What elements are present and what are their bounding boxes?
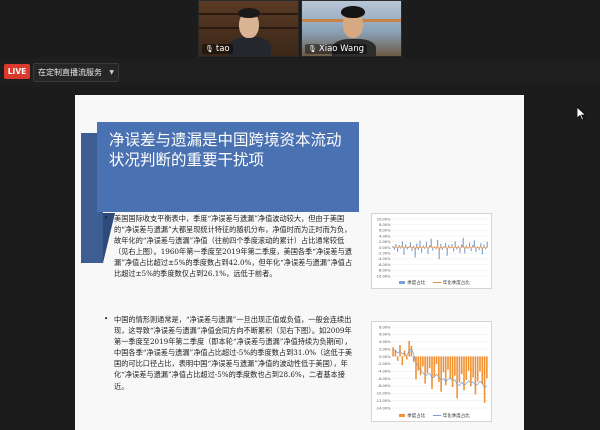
bar: [396, 356, 399, 361]
bar: [467, 356, 470, 371]
y-tick-label: -6.00%: [378, 263, 391, 267]
y-tick-label: -4.00%: [378, 257, 391, 261]
participant-name: 🎙 tao: [202, 44, 233, 54]
y-tick-label: -10.00%: [376, 392, 392, 396]
bar: [431, 356, 433, 389]
live-stream-bar: LIVE 在定制直播流服务 ▼: [0, 58, 600, 86]
bar: [465, 356, 468, 381]
bar: [472, 356, 474, 378]
y-tick-label: 0.00%: [379, 355, 391, 359]
microphone-icon: 🎙: [205, 45, 214, 53]
bar: [456, 356, 458, 399]
bar: [483, 356, 486, 403]
participant-hair: [341, 6, 365, 18]
bar: [419, 356, 422, 376]
shared-slide: 净误差与遗漏是中国跨境资本流动状况判断的重要干扰项 • 美国国际收支平衡表中，季…: [75, 95, 524, 430]
legend-line-swatch: [432, 415, 441, 416]
china-errors-omissions-chart: 8.00% 6.00% 4.00% 2.00% 0.00% -2.00% -4.00% -6.…: [371, 321, 492, 422]
participant-hair: [238, 8, 260, 18]
bar: [449, 356, 452, 379]
legend-line-swatch: [432, 282, 441, 283]
bar: [454, 356, 456, 376]
y-tick-label: 6.00%: [379, 229, 391, 233]
y-tick-label: -10.00%: [376, 274, 392, 278]
bar: [470, 356, 472, 387]
slide-title: 净误差与遗漏是中国跨境资本流动状况判断的重要干扰项: [109, 131, 342, 169]
bar: [428, 356, 431, 369]
bar: [393, 247, 395, 250]
y-tick-label: -8.00%: [378, 269, 391, 273]
bar: [433, 356, 436, 377]
bar: [447, 356, 449, 370]
y-tick-label: 2.00%: [379, 240, 391, 244]
legend-label: 季度占比: [407, 414, 426, 419]
live-badge: LIVE: [4, 64, 30, 79]
y-tick-label: -8.00%: [378, 384, 391, 388]
y-tick-label: -2.00%: [378, 362, 391, 366]
caret-down-icon: ▼: [109, 69, 114, 76]
bar: [406, 356, 408, 360]
y-tick-label: 8.00%: [379, 223, 391, 227]
bullet-text: 中国的情形则通常是，“净误差与遗漏”一旦出现正值或负值，一般会连续出现，这导致“…: [114, 315, 353, 391]
bar: [417, 356, 420, 371]
bar: [442, 356, 445, 373]
y-tick-label: -6.00%: [378, 377, 391, 381]
bar: [422, 356, 424, 367]
bar: [474, 356, 477, 395]
y-tick-label: 8.00%: [379, 325, 391, 329]
bar: [460, 356, 463, 375]
bar: [458, 356, 461, 383]
bar: [426, 356, 429, 374]
chart-legend: 季度占比 年化季度占比: [372, 413, 491, 419]
y-tick-label: 10.00%: [377, 217, 391, 221]
bar: [440, 356, 442, 392]
bullet-dot-icon: •: [104, 214, 109, 222]
legend-swatch: [399, 281, 406, 284]
slide-title-box: 净误差与遗漏是中国跨境资本流动状况判断的重要干扰项: [97, 122, 359, 212]
y-tick-label: -4.00%: [378, 369, 391, 373]
y-tick-label: 4.00%: [379, 234, 391, 238]
bar: [400, 247, 402, 249]
legend-label: 季度占比: [407, 281, 426, 286]
bar: [424, 356, 426, 384]
us-errors-omissions-chart: 10.00% 8.00% 6.00% 4.00% 2.00% 0.00% -2.00% -4.…: [371, 213, 492, 289]
participant-video-tile[interactable]: 🎙 tao: [198, 0, 299, 57]
bar: [406, 247, 408, 250]
y-tick-label: 2.00%: [379, 347, 391, 351]
legend-swatch: [399, 414, 406, 417]
microphone-icon: 🎙: [308, 45, 317, 53]
legend-label: 年化季度占比: [442, 414, 470, 419]
bar: [476, 356, 479, 382]
bar: [408, 340, 410, 357]
chart-plot: 10.00% 8.00% 6.00%4.00% 2.00% 0.00% -2.00%-4.…: [376, 217, 488, 278]
bar: [451, 356, 454, 388]
bar: [479, 356, 481, 372]
bar: [486, 356, 488, 379]
participant-silhouette: [229, 37, 271, 56]
participant-video-tile[interactable]: 🎙 Xiao Wang: [301, 0, 402, 57]
bar: [401, 356, 404, 366]
chart-plot: 8.00% 6.00% 4.00% 2.00% 0.00% -2.00% -4.00% -6.…: [376, 325, 488, 410]
bullet-paragraph: • 美国国际收支平衡表中，季度“净误差与遗漏”净值波动较大，但由于美国的“净误差…: [104, 213, 354, 280]
bar: [481, 356, 484, 385]
chart-legend: 季度占比 年化季度占比: [372, 280, 491, 286]
y-tick-label: -12.00%: [376, 399, 392, 403]
bar: [435, 356, 438, 365]
bar: [410, 345, 413, 357]
bullet-dot-icon: •: [104, 315, 109, 323]
live-service-label: 在定制直播流服务: [38, 68, 102, 77]
y-tick-label: 6.00%: [379, 333, 391, 337]
y-tick-label: 4.00%: [379, 340, 391, 344]
y-tick-label: 0.00%: [379, 246, 391, 250]
bar: [392, 347, 394, 357]
live-service-dropdown[interactable]: 在定制直播流服务 ▼: [33, 63, 119, 82]
bullet-text: 美国国际收支平衡表中，季度“净误差与遗漏”净值波动较大，但由于美国的“净误差与遗…: [114, 214, 353, 279]
bullet-paragraph: • 中国的情形则通常是，“净误差与遗漏”一旦出现正值或负值，一般会连续出现，这导…: [104, 314, 354, 392]
y-tick-label: -14.00%: [376, 406, 392, 410]
mouse-cursor-icon: [577, 107, 586, 121]
legend-label: 年化季度占比: [442, 281, 470, 286]
y-tick-label: -2.00%: [378, 252, 391, 256]
participant-name: 🎙 Xiao Wang: [305, 44, 368, 54]
